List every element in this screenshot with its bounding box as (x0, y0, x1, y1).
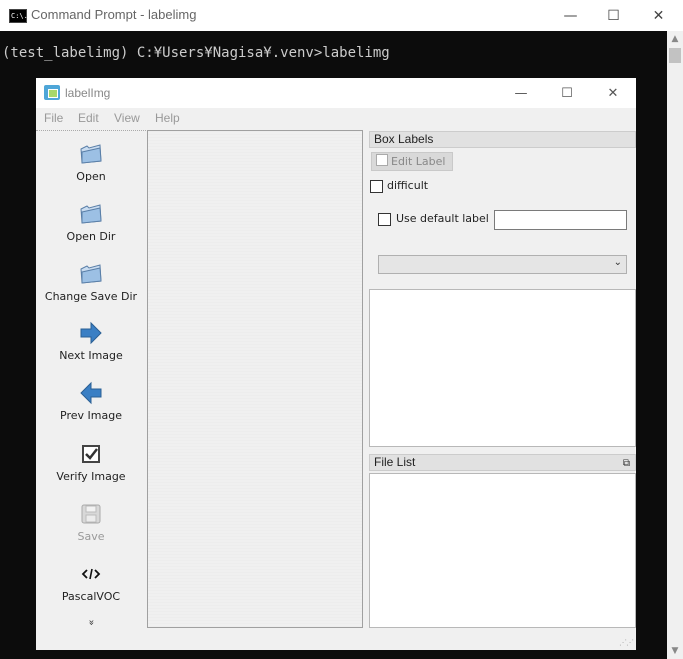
labelimg-window: labelImg — ☐ ✕ File Edit View Help Open … (36, 78, 636, 650)
verify-image-button[interactable]: Verify Image (36, 441, 146, 483)
menu-bar: File Edit View Help (36, 108, 636, 130)
next-image-button[interactable]: Next Image (36, 320, 146, 362)
checkbox-icon (82, 445, 100, 463)
cmd-close-button[interactable]: ✕ (636, 0, 681, 31)
code-icon (81, 568, 101, 580)
difficult-label: difficult (387, 179, 429, 192)
default-label-input[interactable] (494, 210, 627, 230)
scroll-up-icon[interactable]: ▲ (667, 31, 683, 47)
cmd-prompt-line: (test_labelimg) C:¥Users¥Nagisa¥.venv>la… (2, 45, 390, 61)
arrow-right-icon (80, 321, 102, 345)
arrow-left-icon (80, 381, 102, 405)
cmd-window-title: Command Prompt - labelimg (31, 7, 197, 22)
box-labels-dock-title: Box Labels (369, 131, 636, 148)
prev-image-button[interactable]: Prev Image (36, 380, 146, 422)
toolbar: Open Open Dir Change Save Dir Next Image… (36, 130, 146, 629)
labelimg-window-title: labelImg (65, 86, 111, 100)
verify-image-label: Verify Image (56, 470, 126, 483)
status-bar: ⋰⋰ (36, 628, 636, 650)
menu-file[interactable]: File (44, 111, 63, 125)
floppy-icon (81, 504, 101, 524)
folder-icon (80, 264, 102, 284)
menu-help[interactable]: Help (155, 111, 180, 125)
menu-view[interactable]: View (114, 111, 140, 125)
edit-label-button[interactable]: Edit Label (371, 152, 453, 171)
difficult-checkbox[interactable] (370, 180, 383, 193)
labelimg-close-button[interactable]: ✕ (590, 78, 636, 108)
labelimg-app-icon (44, 85, 60, 100)
scroll-thumb[interactable] (669, 48, 681, 63)
cmd-app-icon: C:\. (9, 9, 28, 23)
change-save-dir-button[interactable]: Change Save Dir (36, 261, 146, 303)
pascalvoc-label: PascalVOC (61, 590, 121, 603)
cmd-scrollbar[interactable]: ▲ ▼ (667, 31, 683, 659)
open-dir-button[interactable]: Open Dir (36, 201, 146, 243)
label-combo[interactable]: ⌄ (378, 255, 627, 274)
image-canvas[interactable] (147, 130, 363, 628)
dock-float-icon[interactable]: ⧉ (623, 456, 630, 471)
resize-grip-icon[interactable]: ⋰⋰ (619, 638, 634, 647)
open-label: Open (76, 170, 106, 183)
file-list-dock-title: File List ⧉ (369, 454, 636, 471)
save-button[interactable]: Save (36, 501, 146, 543)
menu-edit[interactable]: Edit (78, 111, 99, 125)
save-label: Save (77, 530, 105, 543)
open-button[interactable]: Open (36, 141, 146, 183)
cmd-minimize-button[interactable]: — (548, 0, 593, 31)
label-list[interactable] (369, 289, 636, 447)
folder-icon (80, 204, 102, 224)
edit-pencil-icon (376, 154, 388, 166)
cmd-titlebar: C:\. Command Prompt - labelimg — ☐ ✕ (0, 0, 683, 31)
use-default-label-checkbox[interactable] (378, 213, 391, 226)
prev-image-label: Prev Image (60, 409, 122, 422)
file-list[interactable] (369, 473, 636, 628)
labelimg-minimize-button[interactable]: — (498, 78, 544, 108)
use-default-label-label: Use default label (396, 212, 489, 225)
change-save-dir-label: Change Save Dir (44, 290, 138, 303)
toolbar-more-icon[interactable]: » (86, 618, 97, 628)
open-dir-label: Open Dir (66, 230, 116, 243)
folder-icon (80, 144, 102, 164)
next-image-label: Next Image (59, 349, 123, 362)
chevron-down-icon: ⌄ (613, 257, 622, 268)
labelimg-maximize-button[interactable]: ☐ (544, 78, 590, 108)
cmd-maximize-button[interactable]: ☐ (591, 0, 636, 31)
pascalvoc-button[interactable]: PascalVOC (36, 561, 146, 603)
file-list-title: File List (374, 455, 416, 469)
scroll-down-icon[interactable]: ▼ (667, 643, 683, 659)
labelimg-titlebar: labelImg — ☐ ✕ (36, 78, 636, 108)
